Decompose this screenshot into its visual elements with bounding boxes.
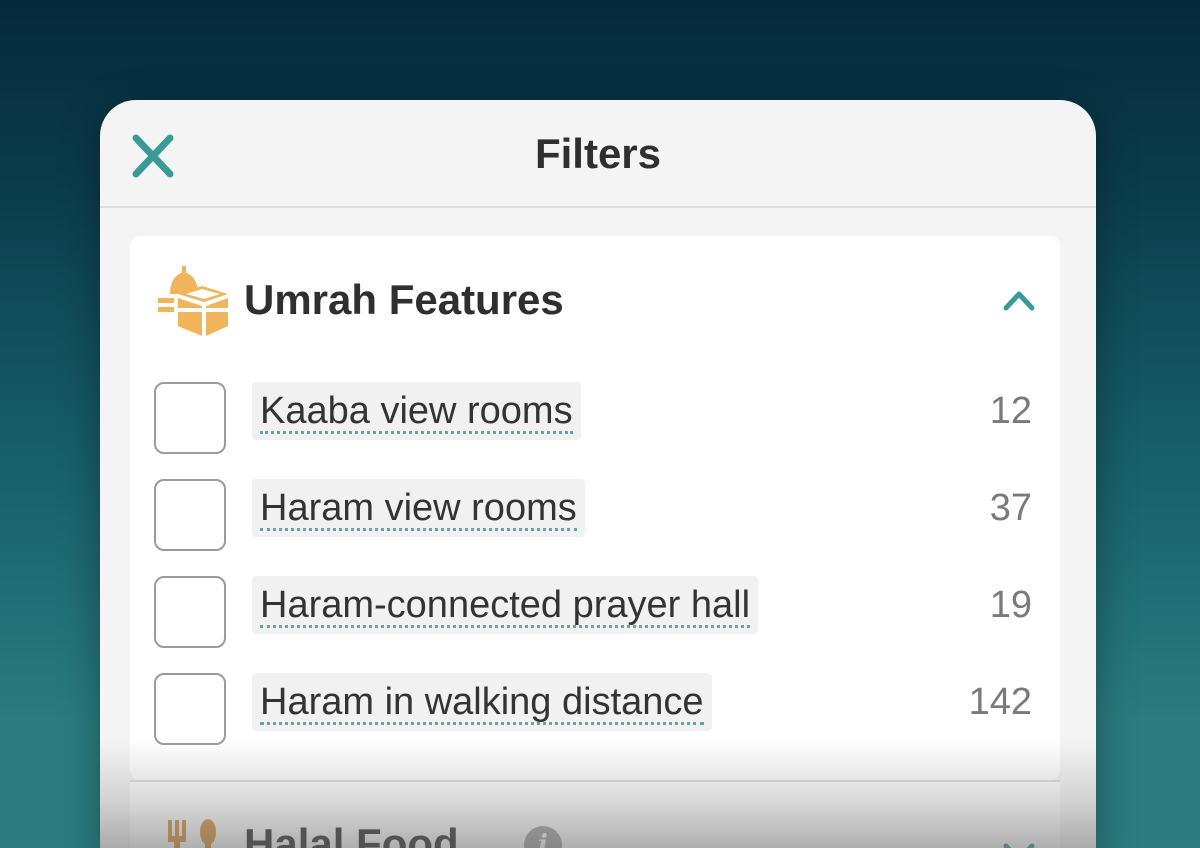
filters-header: Filters <box>100 100 1096 208</box>
checkbox[interactable] <box>154 382 226 454</box>
filter-row-walking-distance: Haram in walking distance 142 <box>130 667 1060 747</box>
checkbox[interactable] <box>154 576 226 648</box>
cutlery-icon <box>168 819 216 848</box>
filter-count: 12 <box>989 390 1032 432</box>
page-title: Filters <box>534 130 662 177</box>
filters-panel: Filters Umrah Features Kaaba view rooms … <box>100 100 1096 848</box>
chevron-up-icon[interactable] <box>1002 288 1036 312</box>
filter-row-prayer-hall: Haram-connected prayer hall 19 <box>130 570 1060 650</box>
info-icon[interactable]: i <box>524 826 562 848</box>
filter-count: 142 <box>968 681 1032 723</box>
halal-food-section[interactable]: Halal Food i <box>130 780 1060 848</box>
umrah-features-toggle[interactable]: Umrah Features <box>130 236 1060 356</box>
section-title: Umrah Features <box>244 276 564 323</box>
filter-count: 19 <box>989 584 1032 626</box>
filter-row-haram-view: Haram view rooms 37 <box>130 473 1060 553</box>
section-title: Halal Food <box>244 820 459 848</box>
filter-count: 37 <box>989 487 1032 529</box>
checkbox[interactable] <box>154 479 226 551</box>
filter-label[interactable]: Haram in walking distance <box>252 673 712 731</box>
filter-label[interactable]: Haram-connected prayer hall <box>252 576 759 634</box>
checkbox[interactable] <box>154 673 226 745</box>
umrah-features-section: Umrah Features Kaaba view rooms 12 Haram… <box>130 236 1060 780</box>
filter-label[interactable]: Haram view rooms <box>252 479 585 537</box>
chevron-down-icon[interactable] <box>1002 840 1036 848</box>
filter-row-kaaba-view: Kaaba view rooms 12 <box>130 376 1060 456</box>
kaaba-icon <box>158 266 228 336</box>
filter-label[interactable]: Kaaba view rooms <box>252 382 581 440</box>
